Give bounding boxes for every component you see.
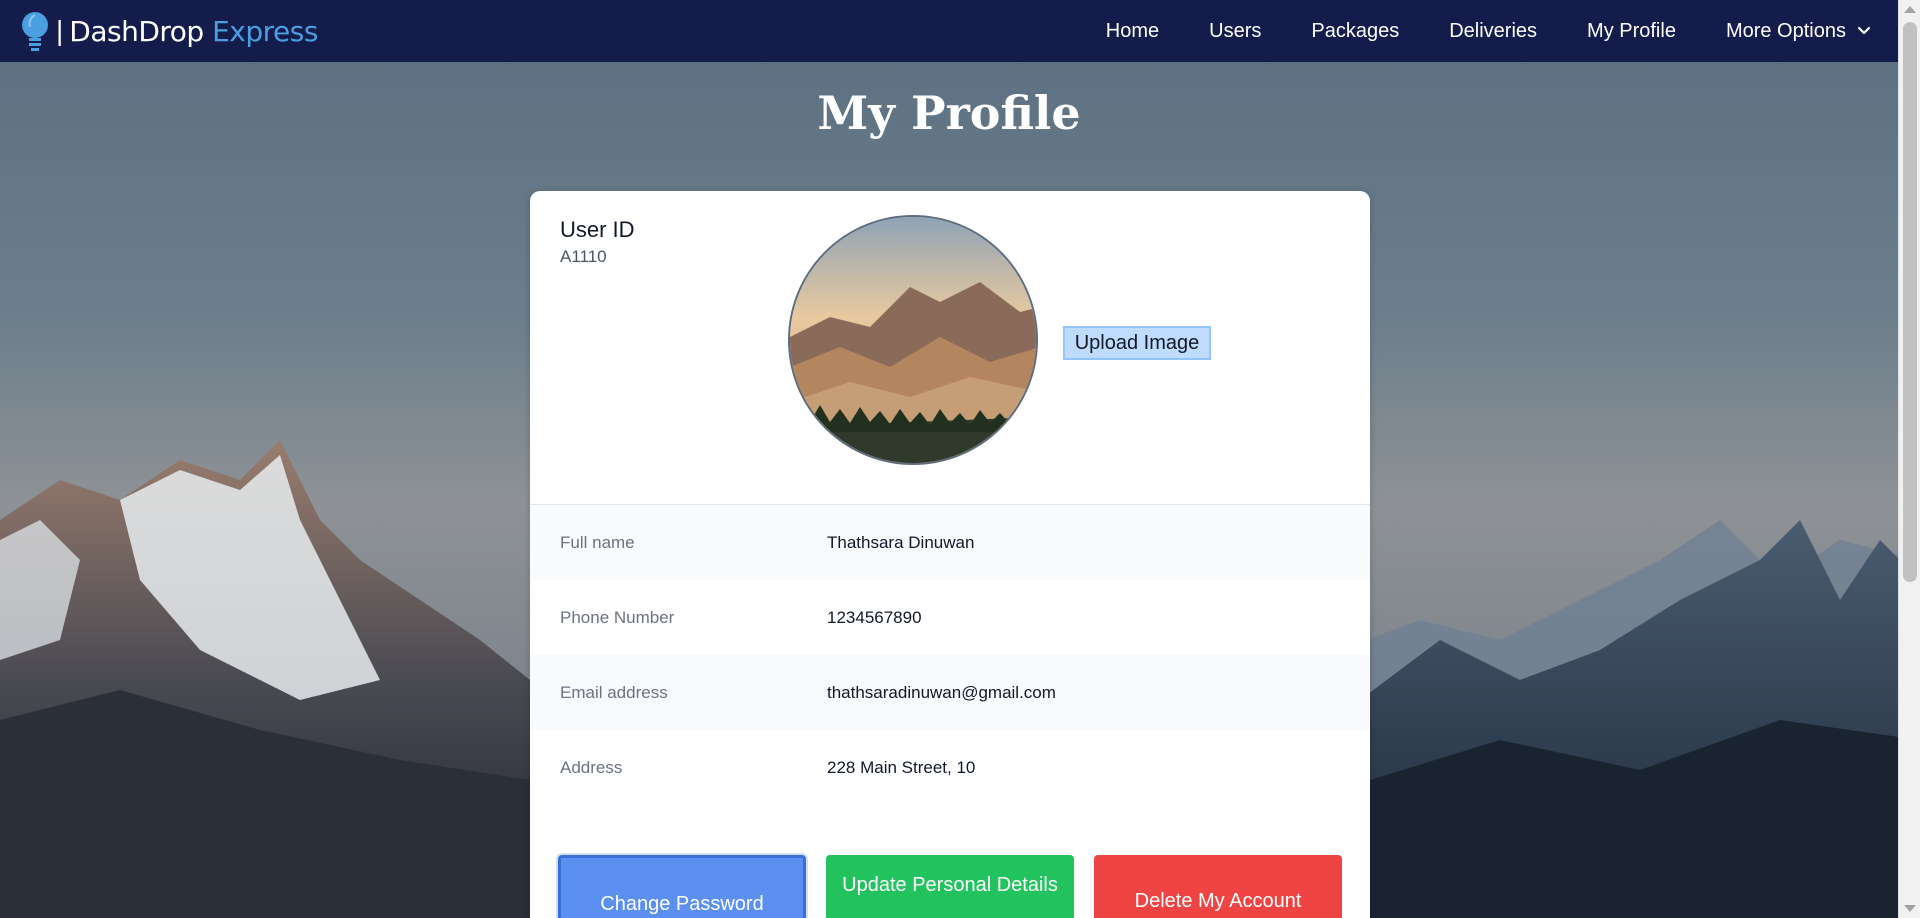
field-value: 1234567890 [827, 607, 922, 627]
field-value: 228 Main Street, 10 [827, 757, 976, 777]
scroll-up-icon[interactable] [1904, 6, 1916, 13]
action-buttons: Change Password Update Personal Details … [530, 855, 1370, 918]
nav-home[interactable]: Home [1106, 20, 1159, 43]
field-value: Thathsara Dinuwan [827, 532, 975, 552]
upload-image-button[interactable]: Upload Image [1063, 326, 1211, 360]
field-label: Email address [560, 682, 668, 702]
nav-users[interactable]: Users [1209, 20, 1261, 43]
profile-header: User ID A1110 Upload Image [530, 191, 1370, 505]
brand[interactable]: | DashDrop Express [20, 9, 318, 53]
page-title: My Profile [817, 86, 1081, 140]
user-id-value: A1110 [560, 247, 607, 266]
brand-separator: | [56, 15, 64, 46]
nav-my-profile[interactable]: My Profile [1587, 20, 1676, 43]
more-options-label: More Options [1725, 19, 1846, 42]
navbar: | DashDrop Express Home Users Packages D… [0, 0, 1898, 62]
field-label: Full name [560, 532, 635, 552]
nav-deliveries[interactable]: Deliveries [1449, 20, 1537, 43]
field-label: Address [560, 757, 623, 777]
scroll-thumb[interactable] [1903, 22, 1917, 582]
avatar-image [790, 217, 1036, 463]
nav-packages[interactable]: Packages [1311, 20, 1399, 43]
field-row-phone: Phone Number 1234567890 [530, 580, 1370, 655]
update-details-button[interactable]: Update Personal Details [826, 855, 1074, 918]
change-password-button[interactable]: Change Password [558, 855, 806, 918]
field-row-email: Email address thathsaradinuwan@gmail.com [530, 655, 1370, 730]
nav-more-options[interactable]: More Options [1726, 20, 1874, 43]
user-id-label: User ID [560, 217, 635, 242]
chevron-down-icon [1857, 26, 1871, 35]
brand-name: DashDrop Express [69, 15, 318, 48]
brand-name-part2: Express [212, 14, 318, 48]
field-row-address: Address 228 Main Street, 10 [530, 730, 1370, 805]
field-value: thathsaradinuwan@gmail.com [827, 682, 1056, 702]
avatar [788, 215, 1038, 465]
nav-links: Home Users Packages Deliveries My Profil… [1056, 20, 1898, 43]
lightbulb-icon [20, 9, 50, 53]
brand-name-part1: DashDrop [69, 14, 204, 48]
profile-card: User ID A1110 Upload Image Full name Tha… [530, 191, 1370, 918]
scroll-down-icon[interactable] [1904, 905, 1916, 912]
scrollbar[interactable] [1898, 0, 1920, 918]
delete-account-button[interactable]: Delete My Account [1094, 855, 1342, 918]
field-label: Phone Number [560, 607, 675, 627]
field-row-full-name: Full name Thathsara Dinuwan [530, 505, 1370, 580]
